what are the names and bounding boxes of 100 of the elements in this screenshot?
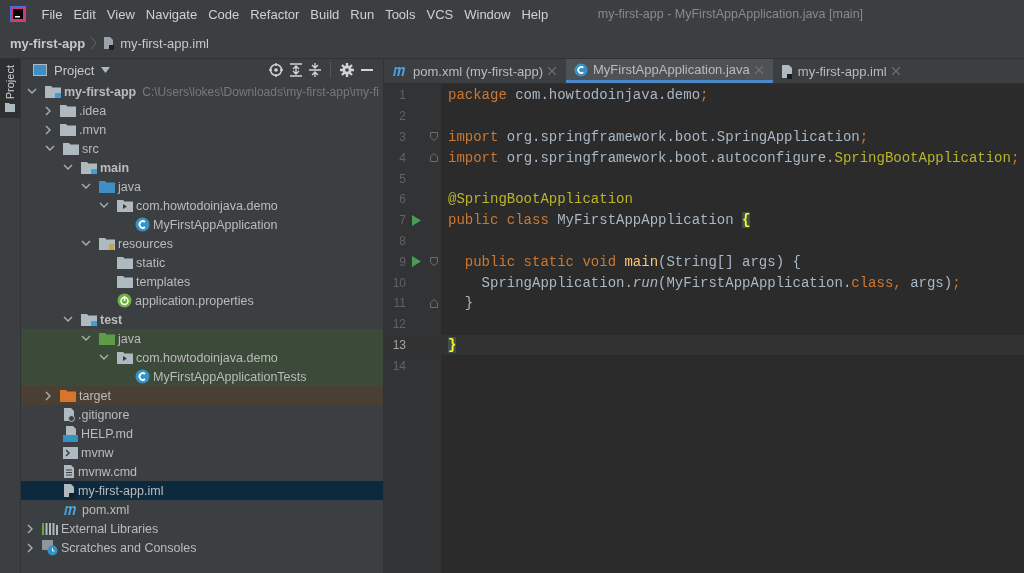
folder-icon xyxy=(117,199,133,212)
editor-tab[interactable]: MyFirstAppApplication.java xyxy=(566,59,773,83)
menu-item[interactable]: File xyxy=(36,6,68,22)
item-label: .gitignore xyxy=(78,407,130,422)
tree-item[interactable]: .idea xyxy=(21,101,383,120)
file-icon xyxy=(103,36,116,50)
tree-item[interactable]: com.howtodoinjava.demo xyxy=(21,196,383,215)
tree-item[interactable]: mvnw.cmd xyxy=(21,462,383,481)
code-line: @SpringBootApplication xyxy=(448,191,633,208)
tree-item[interactable]: java xyxy=(21,329,383,348)
fold-end-icon[interactable] xyxy=(429,153,438,163)
item-label: External Libraries xyxy=(61,521,159,536)
expand-all-icon[interactable] xyxy=(290,63,302,77)
menu-item[interactable]: Run xyxy=(344,6,380,22)
tree-item[interactable]: com.howtodoinjava.demo xyxy=(21,348,383,367)
file-icon xyxy=(780,63,793,79)
tree-item[interactable]: java xyxy=(21,177,383,196)
folder-icon xyxy=(63,142,79,155)
file-icon xyxy=(63,464,75,479)
fold-start-icon[interactable] xyxy=(429,132,438,142)
project-view-icon xyxy=(33,64,47,76)
class-icon xyxy=(135,369,150,384)
path-hint: C:\Users\lokes\Downloads\my-first-app\my-fi xyxy=(142,84,379,99)
item-label: application.properties xyxy=(135,293,254,308)
tree-item[interactable]: static xyxy=(21,253,383,272)
folder-icon xyxy=(99,237,115,250)
menu-item[interactable]: Window xyxy=(458,6,516,22)
tree-item[interactable]: my-first-app.iml xyxy=(21,481,383,500)
item-label: my-first-app.iml xyxy=(78,483,164,498)
project-tool-button[interactable]: Project xyxy=(0,59,20,119)
menu-item[interactable]: Edit xyxy=(67,6,102,22)
file-icon xyxy=(63,407,75,422)
folder-icon xyxy=(81,313,97,326)
dropdown-caret-icon[interactable] xyxy=(101,67,111,73)
tree-item[interactable]: External Libraries xyxy=(21,519,383,538)
folder-icon xyxy=(45,85,61,98)
menu-item[interactable]: Build xyxy=(304,6,345,22)
item-label: com.howtodoinjava.demo xyxy=(136,350,278,365)
item-label: java xyxy=(118,179,141,194)
tree-item[interactable]: mvnw xyxy=(21,443,383,462)
code-line: import org.springframework.boot.autoconfigure.SpringBootApplication; xyxy=(448,149,1020,166)
tree-item[interactable]: HELP.md xyxy=(21,424,383,443)
breadcrumb-item[interactable]: my-first-app xyxy=(10,35,86,51)
tree-item[interactable]: MyFirstAppApplication xyxy=(21,215,383,234)
tree-item[interactable]: my-first-app C:\Users\lokes\Downloads\my-first-app\my-fi xyxy=(21,82,383,101)
tree-item[interactable]: .gitignore xyxy=(21,405,383,424)
tree-item[interactable]: src xyxy=(21,139,383,158)
menu-item[interactable]: Refactor xyxy=(244,6,305,22)
run-icon[interactable] xyxy=(411,214,421,226)
item-label: static xyxy=(136,255,166,270)
item-label: pom.xml xyxy=(82,502,130,517)
tree-item[interactable]: target xyxy=(21,386,383,405)
collapse-all-icon[interactable] xyxy=(309,63,321,77)
tree-item[interactable]: MyFirstAppApplicationTests xyxy=(21,367,383,386)
folder-icon xyxy=(60,123,76,136)
folder-icon xyxy=(81,161,97,174)
item-label: com.howtodoinjava.demo xyxy=(136,198,278,213)
code-line: SpringApplication.run(MyFirstAppApplication.class, args); xyxy=(480,274,961,291)
item-label: mvnw xyxy=(81,445,114,460)
run-icon[interactable] xyxy=(411,256,421,268)
menu-item[interactable]: Tools xyxy=(379,6,421,22)
code-line: public class MyFirstAppApplication { xyxy=(448,212,751,229)
tree-item[interactable]: .mvn xyxy=(21,120,383,139)
folder-icon xyxy=(5,103,15,113)
item-label: .idea xyxy=(79,103,107,118)
locate-icon[interactable] xyxy=(269,63,283,77)
breadcrumb-item[interactable]: my-first-app.iml xyxy=(120,35,209,51)
editor-tab[interactable]: my-first-app.iml xyxy=(772,59,910,83)
folder-icon xyxy=(117,256,133,269)
folder-icon xyxy=(60,389,76,402)
menu-item[interactable]: Help xyxy=(515,6,554,22)
tree-item[interactable]: main xyxy=(21,158,383,177)
item-label: mvnw.cmd xyxy=(78,464,138,479)
tree-item[interactable]: templates xyxy=(21,272,383,291)
line-number: 13 xyxy=(391,337,406,352)
tree-item[interactable]: Scratches and Consoles xyxy=(21,538,383,557)
item-label: Scratches and Consoles xyxy=(61,540,197,555)
tree-item[interactable]: resources xyxy=(21,234,383,253)
class-icon xyxy=(574,62,588,77)
menu-item[interactable]: Navigate xyxy=(140,6,203,22)
module-label: main xyxy=(100,160,130,175)
item-label: src xyxy=(82,141,99,156)
folder-icon xyxy=(117,275,133,288)
window-title: my-first-app - MyFirstAppApplication.java [main] xyxy=(597,7,864,21)
tree-item[interactable]: test xyxy=(21,310,383,329)
file-icon xyxy=(63,483,75,498)
editor-tab[interactable]: pom.xml (my-first-app) xyxy=(384,59,566,83)
menu-item[interactable]: Code xyxy=(202,6,245,22)
chevron-icon xyxy=(90,36,99,50)
settings-icon[interactable] xyxy=(340,63,354,77)
fold-end-icon[interactable] xyxy=(429,298,438,308)
fold-start-icon[interactable] xyxy=(429,257,438,267)
menu-item[interactable]: VCS xyxy=(421,6,459,22)
tree-item[interactable]: application.properties xyxy=(21,291,383,310)
tree-item[interactable]: pom.xml xyxy=(21,500,383,519)
item-label: java xyxy=(118,331,141,346)
module-label: my-first-app xyxy=(64,84,137,99)
panel-title[interactable]: Project xyxy=(54,62,95,78)
menu-item[interactable]: View xyxy=(101,6,141,22)
code-line: } xyxy=(463,295,474,312)
